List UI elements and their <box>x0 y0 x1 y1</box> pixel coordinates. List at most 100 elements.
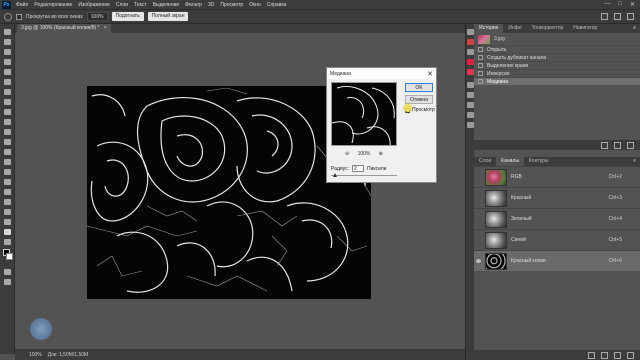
close-tab-icon[interactable]: × <box>104 25 107 31</box>
menu-item-file[interactable]: Файл <box>13 2 31 8</box>
zoom-field[interactable]: 100% <box>86 12 108 21</box>
save-selection-icon[interactable] <box>601 351 608 359</box>
scroll-all-checkbox[interactable] <box>16 13 22 20</box>
character-panel-icon[interactable] <box>467 122 474 128</box>
zoom-tool-active-icon[interactable] <box>4 229 11 235</box>
channel-row[interactable]: Синий Ctrl+5 <box>474 229 640 250</box>
load-selection-icon[interactable] <box>588 351 595 359</box>
marquee-tool-icon[interactable] <box>4 39 11 45</box>
move-tool-icon[interactable] <box>4 29 11 35</box>
tab-layers[interactable]: Слои <box>474 157 496 166</box>
zoom-tool-icon[interactable] <box>4 12 12 21</box>
eraser-tool-icon[interactable] <box>4 139 11 145</box>
workspace-icon[interactable] <box>614 13 621 20</box>
channel-row[interactable]: Красный копия Ctrl+6 <box>474 250 640 271</box>
shape-tool-icon[interactable] <box>4 209 11 215</box>
history-item[interactable]: Открыть <box>474 45 640 53</box>
frame-tool-icon[interactable] <box>4 79 11 85</box>
dodge-tool-icon[interactable] <box>4 169 11 175</box>
radius-slider-knob[interactable] <box>333 173 337 177</box>
status-zoom[interactable]: 100% <box>29 352 42 358</box>
healing-tool-icon[interactable] <box>4 99 11 105</box>
channel-shortcut: Ctrl+3 <box>608 195 622 201</box>
tab-info[interactable]: Инфо <box>503 24 526 33</box>
history-snapshot[interactable]: 3.jpg <box>474 33 640 45</box>
eyedropper-tool-icon[interactable] <box>4 89 11 95</box>
tab-paths[interactable]: Контуры <box>524 157 554 166</box>
menu-item-image[interactable]: Изображение <box>75 2 113 8</box>
tab-navigator[interactable]: Навигатор <box>568 24 602 33</box>
gradient-tool-icon[interactable] <box>4 149 11 155</box>
trash-icon[interactable] <box>627 351 634 359</box>
tab-history[interactable]: История <box>474 24 504 33</box>
new-document-from-state-icon[interactable] <box>601 141 608 149</box>
menu-item-3d[interactable]: 3D <box>205 2 217 8</box>
screen-mode-icon[interactable] <box>4 279 11 285</box>
dialog-titlebar[interactable]: Медиана ✕ <box>327 68 436 79</box>
tab-toner[interactable]: Тонкорректор <box>527 24 569 33</box>
ok-button[interactable]: OK <box>405 83 433 92</box>
menu-item-select[interactable]: Выделение <box>150 2 183 8</box>
zoom-out-icon[interactable]: ⊖ <box>345 151 349 157</box>
document-tab[interactable]: 3.jpg @ 100% (Красный копия/8) * × <box>17 24 111 33</box>
crop-tool-icon[interactable] <box>4 69 11 75</box>
trash-icon[interactable] <box>627 141 634 149</box>
paragraph-panel-icon[interactable] <box>467 112 474 118</box>
history-brush-tool-icon[interactable] <box>4 129 11 135</box>
menu-item-filter[interactable]: Фильтр <box>182 2 205 8</box>
menu-item-type[interactable]: Текст <box>131 2 150 8</box>
quick-mask-icon[interactable] <box>4 269 11 275</box>
history-item[interactable]: Выделение краев <box>474 61 640 69</box>
close-window-button[interactable]: ✕ <box>630 1 635 8</box>
camera-snapshot-icon[interactable] <box>614 141 621 149</box>
libraries-panel-icon[interactable] <box>467 59 474 65</box>
lasso-tool-icon[interactable] <box>4 49 11 55</box>
history-item[interactable]: Создать дубликат канала <box>474 53 640 61</box>
swatches-panel-icon[interactable] <box>467 49 474 55</box>
menu-item-view[interactable]: Просмотр <box>217 2 246 8</box>
history-item-selected[interactable]: Медиана <box>474 77 640 85</box>
menu-item-window[interactable]: Окно <box>246 2 264 8</box>
share-icon[interactable] <box>627 13 634 20</box>
minimize-button[interactable]: — <box>604 1 610 8</box>
properties-panel-icon[interactable] <box>467 82 474 88</box>
channel-row[interactable]: Зеленый Ctrl+4 <box>474 208 640 229</box>
menu-item-help[interactable]: Справка <box>264 2 290 8</box>
zoom-in-icon[interactable]: ⊕ <box>379 151 383 157</box>
dialog-close-button[interactable]: ✕ <box>427 70 433 78</box>
channel-row[interactable]: Красный Ctrl+3 <box>474 187 640 208</box>
color-panel-icon[interactable] <box>467 39 474 45</box>
search-icon[interactable] <box>601 13 608 20</box>
panel-menu-icon[interactable]: ≡ <box>633 157 640 166</box>
tab-channels[interactable]: Каналы <box>496 157 524 166</box>
hand-tool-icon[interactable] <box>4 219 11 225</box>
history-panel-icon[interactable] <box>467 29 474 35</box>
menu-item-edit[interactable]: Редактирование <box>31 2 75 8</box>
adjustments-panel-icon[interactable] <box>467 92 474 98</box>
styles-panel-icon[interactable] <box>467 102 474 108</box>
new-channel-icon[interactable] <box>614 351 621 359</box>
channel-row[interactable]: RGB Ctrl+2 <box>474 166 640 187</box>
path-select-tool-icon[interactable] <box>4 199 11 205</box>
blur-tool-icon[interactable] <box>4 159 11 165</box>
panel-menu-icon[interactable]: ≡ <box>633 24 640 33</box>
dialog-preview[interactable] <box>331 82 397 146</box>
brush-tool-icon[interactable] <box>4 109 11 115</box>
radius-slider[interactable] <box>331 173 397 177</box>
fit-screen-button[interactable]: Подогнать <box>111 12 144 21</box>
menu-item-layers[interactable]: Слои <box>113 2 131 8</box>
background-color-swatch[interactable] <box>6 253 13 260</box>
visibility-eye-icon[interactable] <box>476 259 481 263</box>
channel-thumbnail <box>485 210 507 228</box>
stamp-tool-icon[interactable] <box>4 119 11 125</box>
cancel-button[interactable]: Отмена <box>405 95 433 104</box>
history-item[interactable]: Инверсия <box>474 69 640 77</box>
maximize-button[interactable]: □ <box>618 1 622 8</box>
fill-screen-button[interactable]: Полный экран <box>147 12 189 21</box>
more-tools-icon[interactable] <box>4 239 11 245</box>
adobe-fonts-icon[interactable] <box>467 69 474 75</box>
radius-input[interactable]: 2 <box>352 165 364 172</box>
type-tool-icon[interactable] <box>4 189 11 195</box>
pen-tool-icon[interactable] <box>4 179 11 185</box>
quick-select-tool-icon[interactable] <box>4 59 11 65</box>
